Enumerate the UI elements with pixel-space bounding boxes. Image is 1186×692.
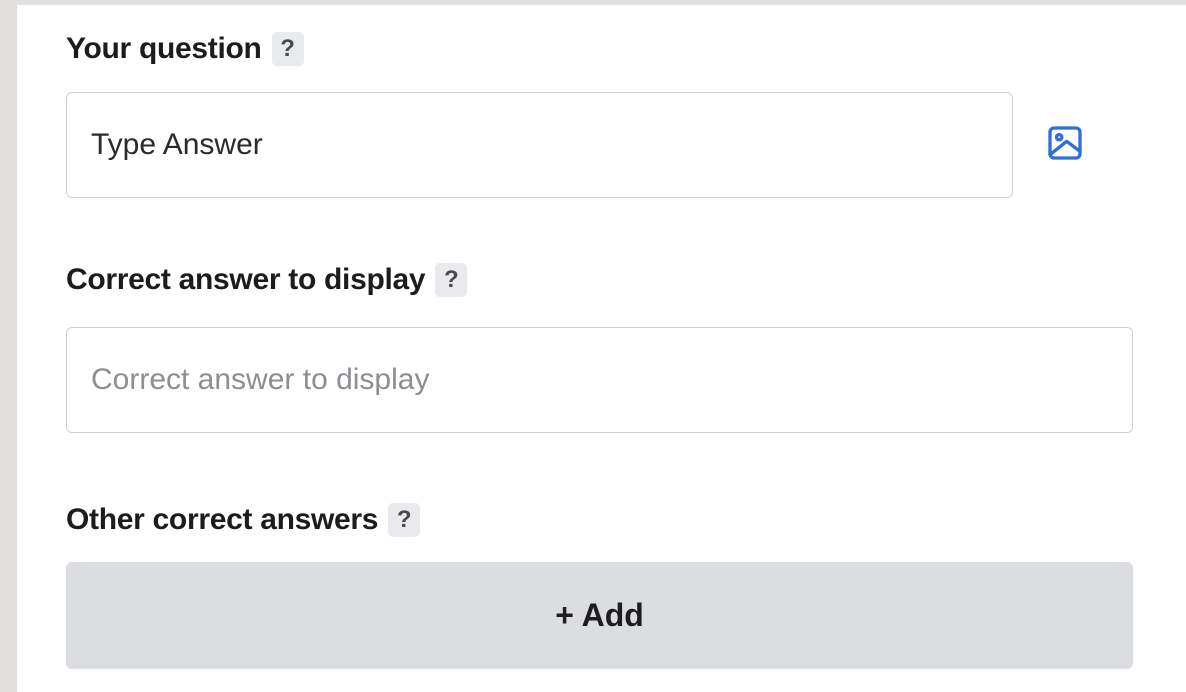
- your-question-label: Your question: [66, 32, 262, 65]
- other-answers-help-badge[interactable]: ?: [388, 503, 421, 537]
- question-input[interactable]: [66, 92, 1013, 198]
- image-icon: [1048, 126, 1082, 160]
- your-question-help-badge[interactable]: ?: [271, 32, 304, 66]
- add-answer-button[interactable]: + Add: [66, 562, 1133, 669]
- correct-answer-help-badge[interactable]: ?: [435, 263, 468, 297]
- correct-answer-label: Correct answer to display: [66, 263, 426, 296]
- other-answers-label: Other correct answers: [66, 503, 379, 536]
- add-image-button[interactable]: [1043, 121, 1087, 165]
- other-answers-label-row: Other correct answers ?: [66, 500, 421, 540]
- correct-answer-input[interactable]: [66, 327, 1133, 433]
- correct-answer-label-row: Correct answer to display ?: [66, 260, 468, 300]
- your-question-label-row: Your question ?: [66, 29, 304, 69]
- question-editor-panel: Your question ? Correct answer to displa…: [17, 5, 1186, 692]
